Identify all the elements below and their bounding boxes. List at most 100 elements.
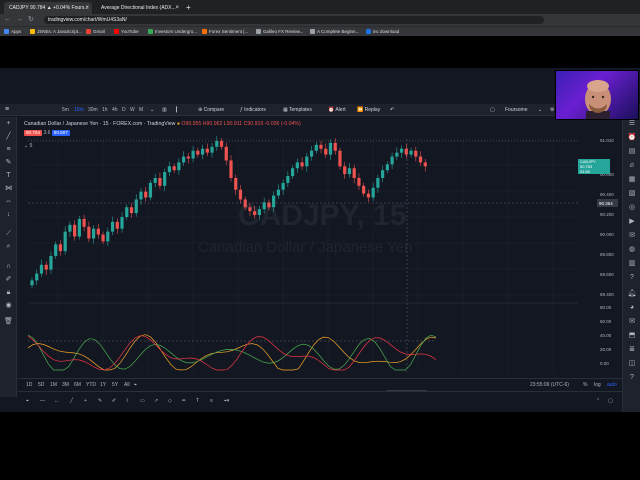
lock-icon[interactable]: 🔒︎ — [4, 288, 13, 297]
timeframe-15m[interactable]: 15m — [74, 104, 84, 116]
eye-icon[interactable]: ◉ — [4, 301, 13, 310]
pencil-icon[interactable]: ✐ — [4, 275, 13, 284]
zoom-icon[interactable]: ⌕ — [4, 242, 13, 251]
timeframe-4h[interactable]: 4h — [112, 104, 118, 116]
bookmark-inc-download[interactable]: inc download — [366, 28, 399, 36]
bid-price[interactable]: 90.764 — [24, 130, 43, 136]
chevron-up-icon[interactable]: ⌃ — [596, 396, 600, 406]
data-window-icon[interactable]: ▤ — [627, 147, 637, 157]
symbol-title[interactable]: Canadian Dollar / Japanese Yen — [24, 121, 98, 127]
add-icon[interactable]: + — [84, 396, 87, 406]
help-icon[interactable]: ? — [627, 273, 637, 283]
clock-readout[interactable]: 23:55:09 (UTC-6) — [530, 379, 569, 391]
bookmark-galileo[interactable]: Galileo FX Review... — [256, 28, 304, 36]
date-range-icon[interactable]: ⌖ — [134, 379, 137, 391]
arrow-down-icon[interactable]: ↓ — [4, 210, 13, 219]
notifications-icon[interactable]: 🔔︎ — [627, 289, 637, 299]
bookmark-forex-sentiment[interactable]: Forex Sentiment |... — [202, 28, 248, 36]
trash-icon[interactable]: 🗑︎ — [4, 317, 13, 326]
profile-icon[interactable]: ◕ — [627, 303, 637, 313]
calendar-icon[interactable]: ▥ — [627, 259, 637, 269]
fib-icon[interactable]: ≡ — [4, 145, 13, 154]
auto-toggle[interactable]: auto — [607, 379, 617, 391]
hotlist-icon[interactable]: 🔥︎ — [627, 161, 637, 171]
templates-button[interactable]: ▦ Templates — [283, 104, 312, 116]
range-5d[interactable]: 5D — [38, 379, 44, 391]
alerts-icon[interactable]: ⏰ — [627, 133, 637, 143]
settings-icon[interactable]: ⚙ — [550, 104, 554, 116]
range-all[interactable]: All — [124, 379, 130, 391]
brush-icon[interactable]: ✎ — [4, 158, 13, 167]
new-tab-button[interactable]: + — [186, 2, 191, 14]
range-6m[interactable]: 6M — [74, 379, 81, 391]
bookmark-youtube[interactable]: YouTube — [114, 28, 139, 36]
ray-icon[interactable]: ↔ — [54, 396, 59, 406]
chat-icon[interactable]: ✉ — [627, 231, 637, 241]
chart-pane[interactable]: CADJPY, 15 Canadian Dollar / Japanese Ye… — [18, 117, 618, 393]
screener-icon[interactable]: ≣ — [627, 345, 637, 355]
bookmark-beginner[interactable]: A Complete Beginn... — [310, 28, 359, 36]
streams-icon[interactable]: ▶ — [627, 217, 637, 227]
timeframe-d[interactable]: D — [122, 104, 126, 116]
ask-price[interactable]: 90.807 — [51, 130, 70, 136]
horizontal-line-icon[interactable]: — — [40, 396, 45, 406]
trendline-icon[interactable]: ╱ — [4, 132, 13, 141]
bar-style-icon[interactable]: ▥ — [162, 104, 167, 116]
more-icon[interactable]: ⌖▾ — [224, 396, 229, 406]
rectangle-icon[interactable]: ▭ — [140, 396, 145, 406]
trendline-icon[interactable]: ╱ — [70, 396, 73, 406]
magnet-icon[interactable]: ∩ — [4, 262, 13, 271]
pencil-icon[interactable]: ✎ — [98, 396, 102, 406]
news-icon[interactable]: ▧ — [627, 189, 637, 199]
arrow-icon[interactable]: ↗ — [154, 396, 158, 406]
ideas-icon[interactable]: ◎ — [627, 203, 637, 213]
range-5y[interactable]: 5Y — [112, 379, 118, 391]
range-1d[interactable]: 1D — [26, 379, 32, 391]
bookmark-jsnes[interactable]: JSNEs: A JavaScript... — [30, 28, 82, 36]
watchlist-icon[interactable]: ☰ — [627, 119, 637, 129]
indicator-legend[interactable]: ⌄ 5 — [24, 143, 32, 149]
close-icon[interactable]: × — [85, 2, 89, 14]
percent-toggle[interactable]: % — [583, 379, 587, 391]
timeframe-30m[interactable]: 30m — [88, 104, 98, 116]
back-icon[interactable]: ← — [4, 15, 11, 25]
range-1y[interactable]: 1Y — [100, 379, 106, 391]
calendar-icon[interactable]: ▦ — [627, 175, 637, 185]
close-icon[interactable]: × — [175, 2, 179, 14]
indicators-button[interactable]: ƒ Indicators — [240, 104, 266, 116]
bookmark-investors[interactable]: Investors Undergro... — [148, 28, 197, 36]
maximize-icon[interactable]: ▢ — [608, 396, 613, 406]
range-ytd[interactable]: YTD — [86, 379, 96, 391]
chevron-down-icon[interactable]: ⌄ — [150, 104, 154, 116]
text-icon[interactable]: T — [196, 396, 199, 406]
range-1m[interactable]: 1M — [50, 379, 57, 391]
timeframe-1h[interactable]: 1h — [102, 104, 108, 116]
layout-name[interactable]: Foursome — [505, 104, 528, 116]
text-icon[interactable]: T — [4, 171, 13, 180]
bookmark-apps[interactable]: Apps — [4, 28, 21, 36]
menu-icon[interactable]: ≡ — [5, 104, 9, 116]
range-3m[interactable]: 3M — [62, 379, 69, 391]
layers-icon[interactable]: ◫ — [627, 359, 637, 369]
layout-icon[interactable]: ▢ — [490, 104, 495, 116]
alert-button[interactable]: ⏰ Alert — [328, 104, 346, 116]
crosshair-icon[interactable]: ⌖ — [26, 396, 29, 406]
pattern-icon[interactable]: ⋈ — [4, 184, 13, 193]
url-field[interactable]: tradingview.com/chart/WmU4S3aN/ — [44, 16, 544, 24]
highlighter-icon[interactable]: ✏ — [182, 396, 186, 406]
timeframe-5m[interactable]: 5m — [62, 104, 69, 116]
chat-icon[interactable]: ✉ — [627, 317, 637, 327]
note-icon[interactable]: ≡ — [210, 396, 213, 406]
log-toggle[interactable]: log — [594, 379, 601, 391]
shape-icon[interactable]: ◇ — [168, 396, 172, 406]
forward-icon[interactable]: → — [16, 15, 23, 25]
bookmark-gmail[interactable]: Gmail — [86, 28, 105, 36]
help-icon[interactable]: ? — [627, 373, 637, 383]
chat-rooms-icon[interactable]: ◍ — [627, 245, 637, 255]
timeframe-m[interactable]: M — [139, 104, 143, 116]
browser-tab-adx[interactable]: Average Directional Index (ADX... × — [96, 2, 182, 14]
candle-style-icon[interactable]: ┃ — [175, 104, 178, 116]
timeframe-w[interactable]: W — [130, 104, 135, 116]
path-icon[interactable]: ⌇ — [126, 396, 128, 406]
compare-button[interactable]: ⊕ Compare — [198, 104, 224, 116]
